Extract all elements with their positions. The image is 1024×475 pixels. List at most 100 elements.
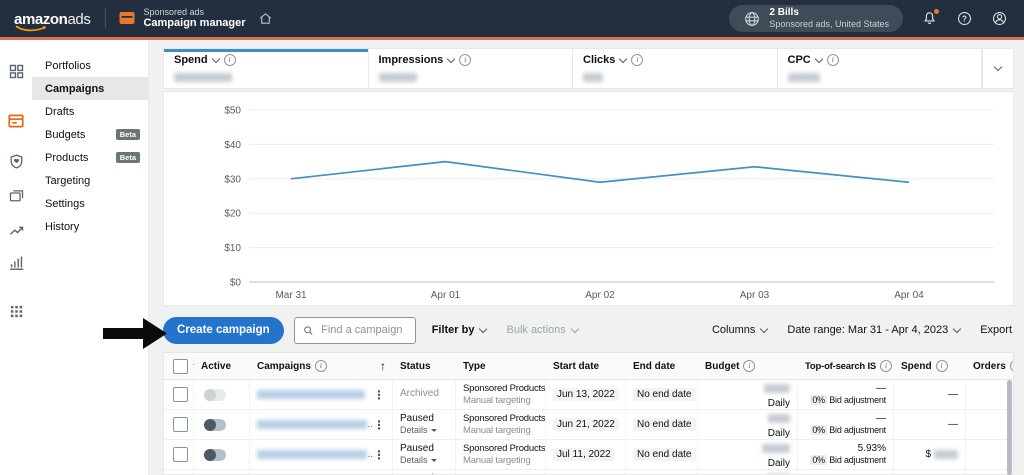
amazon-ads-logo[interactable]: amazonads [14,10,90,27]
all-apps-grid-icon[interactable] [5,300,27,322]
info-icon[interactable] [315,360,327,372]
app-eyebrow: Sponsored ads [143,7,245,17]
active-toggle[interactable] [204,449,226,461]
y-axis-tick-label: $20 [224,209,241,220]
performance-trend-icon[interactable] [5,219,27,241]
status-block: PausedDetails [400,443,448,467]
budget-value-redacted [762,444,790,453]
column-header-spend[interactable]: Spend [894,360,966,372]
info-icon[interactable] [743,360,755,372]
column-header-campaigns[interactable]: Campaigns↑ [250,359,393,373]
column-header-end-date[interactable]: End date [626,361,698,372]
filter-by-dropdown[interactable]: Filter by [432,324,487,336]
help-icon[interactable]: ? [956,10,973,27]
collapse-metrics-button[interactable] [982,49,1013,88]
notifications-bell-icon[interactable] [921,10,938,27]
export-button[interactable]: Export [980,324,1012,336]
sidebar-item-campaigns[interactable]: Campaigns [32,77,148,100]
chevron-down-icon[interactable] [211,54,219,62]
date-range-dropdown[interactable]: Date range: Mar 31 - Apr 4, 2023 [787,324,960,336]
account-info: 2 Bills Sponsored ads, United States [769,7,889,30]
y-axis-tick-label: $30 [224,174,241,185]
active-toggle[interactable] [204,419,226,431]
info-icon[interactable] [880,360,892,372]
metric-card-cpc[interactable]: CPC [778,49,983,88]
metric-card-spend[interactable]: Spend [164,49,369,88]
date-range-label: Date range: Mar 31 - Apr 4, 2023 [787,324,948,336]
table-scrollbar[interactable] [1007,380,1012,475]
sidebar-item-budgets[interactable]: BudgetsBeta [32,123,148,146]
info-icon[interactable] [224,54,236,66]
chevron-down-icon[interactable] [619,54,627,62]
info-icon[interactable] [1010,360,1013,372]
status-details-toggle[interactable]: Details [400,425,448,436]
search-input[interactable] [319,323,407,337]
status-details-toggle[interactable]: Details [400,455,448,466]
campaign-name-redacted[interactable] [257,450,367,459]
column-header-top-of-search-is[interactable]: Top-of-search IS [798,360,894,372]
x-axis-tick-label: Apr 02 [585,290,615,301]
row-spend-cell [894,470,966,475]
row-checkbox[interactable] [173,417,188,432]
reports-bar-chart-icon[interactable] [5,251,27,273]
metric-card-impressions[interactable]: Impressions [369,49,574,88]
topbar-right: 2 Bills Sponsored ads, United States ? [729,5,1024,32]
active-toggle[interactable] [204,389,226,401]
budget-period: Daily [768,458,790,469]
select-all-checkbox[interactable] [173,359,188,374]
row-spend-cell: — [894,410,966,439]
campaign-search-box[interactable] [294,317,416,344]
campaign-name-redacted[interactable] [257,390,365,399]
dashboard-grid-icon[interactable] [5,60,27,82]
row-checkbox[interactable] [173,447,188,462]
chevron-down-icon[interactable] [447,54,455,62]
sidebar-item-settings[interactable]: Settings [32,192,148,215]
info-icon[interactable] [631,54,643,66]
sort-ascending-icon[interactable]: ↑ [380,359,386,373]
row-orders-cell [966,410,1013,439]
bid-adjustment-percent: 0% [810,425,827,435]
row-checkbox[interactable] [173,387,188,402]
kebab-menu-icon[interactable] [373,449,385,461]
row-type-cell: Sponsored ProductsManual targeting [456,470,546,475]
table-row: ..PausedDetailsSponsored ProductsManual … [164,440,1013,470]
info-icon[interactable] [459,54,471,66]
info-icon[interactable] [936,360,948,372]
account-avatar-icon[interactable] [991,10,1008,27]
campaigns-rail-icon[interactable] [5,110,27,132]
create-campaign-button[interactable]: Create campaign [163,317,284,344]
sidebar-item-history[interactable]: History [32,215,148,238]
sidebar-item-targeting[interactable]: Targeting [32,169,148,192]
row-orders-cell [966,470,1013,475]
column-header-status[interactable]: Status [393,361,456,372]
bid-adjustment-percent: 0% [810,395,827,405]
row-status-cell: PausedDetails [393,440,456,469]
chevron-down-icon[interactable] [814,54,822,62]
home-icon[interactable] [258,11,273,26]
column-header-label: Active [201,361,231,372]
metric-value-redacted [379,73,417,82]
info-icon[interactable] [827,54,839,66]
column-header-budget[interactable]: Budget [698,360,798,372]
column-header-start-date[interactable]: Start date [546,361,626,372]
spend-value: $ [925,449,931,460]
campaign-name-redacted[interactable] [257,420,367,429]
brand-safety-shield-icon[interactable] [5,150,27,172]
sidebar-item-drafts[interactable]: Drafts [32,100,148,123]
column-header-active[interactable]: Active [194,361,250,372]
columns-dropdown[interactable]: Columns [712,324,767,336]
table-row: ..PausedDetailsSponsored ProductsManual … [164,410,1013,440]
svg-text:?: ? [962,14,967,23]
top-of-search-block: —0% Bid adjustment [805,413,886,437]
column-header-orders[interactable]: Orders [966,360,1013,372]
kebab-menu-icon[interactable] [373,419,385,431]
sidebar-item-portfolios[interactable]: Portfolios [32,54,148,77]
creatives-images-icon[interactable] [5,185,27,207]
column-header-type[interactable]: Type [456,361,546,372]
sidebar-item-products[interactable]: ProductsBeta [32,146,148,169]
metric-card-clicks[interactable]: Clicks [573,49,778,88]
row-campaign-cell: .. [250,440,393,469]
kebab-menu-icon[interactable] [373,389,385,401]
account-switcher[interactable]: 2 Bills Sponsored ads, United States [729,5,903,32]
bulk-actions-dropdown[interactable]: Bulk actions [506,324,577,336]
